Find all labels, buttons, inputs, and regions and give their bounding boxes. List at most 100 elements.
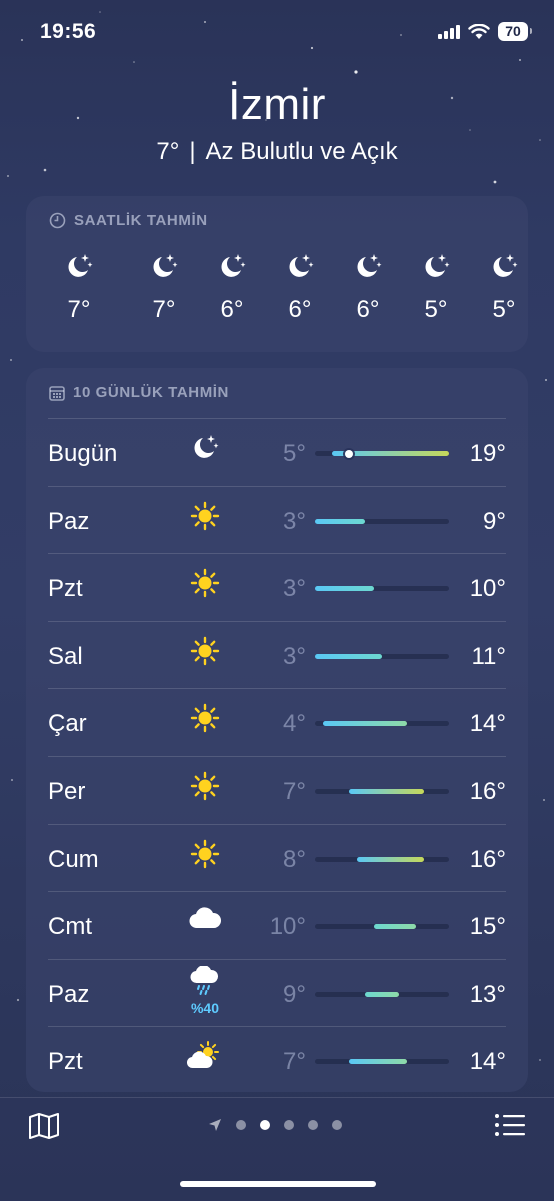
- daily-row[interactable]: Paz 3° 9°: [48, 485, 506, 554]
- low-temp: 4°: [283, 710, 306, 738]
- hourly-item: 6°: [202, 252, 262, 324]
- hourly-temp: 6°: [288, 296, 312, 323]
- high-temp: 9°: [483, 507, 506, 535]
- status-icons: 70: [438, 22, 532, 41]
- low-temp: 7°: [283, 1048, 306, 1076]
- day-name: Per: [48, 778, 86, 805]
- daily-row[interactable]: Cum 8° 16°: [48, 823, 506, 892]
- hourly-forecast-title: SAATLİK TAHMİN: [74, 212, 208, 229]
- daily-forecast-title: 10 GÜNLÜK TAHMİN: [73, 384, 229, 401]
- moon-stars-icon: [180, 433, 230, 466]
- temp-range-fill: [315, 586, 374, 592]
- temp-range-bar: [315, 518, 449, 524]
- high-temp: 14°: [469, 710, 506, 738]
- day-name: Paz: [48, 980, 90, 1008]
- day-name: Çar: [48, 710, 87, 738]
- map-button[interactable]: [28, 1112, 60, 1145]
- daily-row[interactable]: Sal 3° 11°: [48, 620, 506, 689]
- day-name: Cmt: [48, 913, 92, 941]
- daily-row[interactable]: Pzt 3° 10°: [48, 553, 506, 621]
- sun-icon: [180, 839, 230, 874]
- hourly-item: 5°: [474, 252, 528, 324]
- daily-row[interactable]: Pzt 7° 14°: [48, 1026, 506, 1092]
- moon-stars-icon: [270, 252, 330, 282]
- page-dot[interactable]: [236, 1120, 246, 1130]
- temp-range-bar: [315, 721, 449, 727]
- current-temp-marker: [344, 449, 353, 458]
- high-temp: 13°: [469, 980, 506, 1008]
- high-temp: 15°: [469, 913, 506, 941]
- temp-range-bar: [315, 856, 449, 862]
- daily-row[interactable]: Cmt 10° 15°: [48, 891, 506, 959]
- temp-range-fill: [373, 924, 416, 930]
- daily-row[interactable]: Per 7° 16°: [48, 756, 506, 824]
- hourly-item: 5°: [406, 252, 466, 324]
- hourly-forecast-card[interactable]: SAATLİK TAHMİN 7° 7° 6° 6° 6° 5° 5°: [26, 196, 528, 352]
- hourly-temp: 6°: [220, 296, 244, 323]
- current-condition: Az Bulutlu ve Açık: [205, 138, 398, 165]
- low-temp: 3°: [283, 642, 306, 670]
- daily-row[interactable]: Çar 4° 14°: [48, 688, 506, 756]
- low-temp: 3°: [283, 575, 306, 603]
- sun-icon: [180, 501, 230, 536]
- wifi-icon: [468, 23, 490, 39]
- daily-row[interactable]: Paz %40 9° 13°: [48, 958, 506, 1027]
- daily-forecast-card[interactable]: 10 GÜNLÜK TAHMİN Bugün 5° 19° Paz 3° 9° Pzt 3° 1…: [26, 368, 528, 1092]
- high-temp: 16°: [469, 845, 506, 873]
- home-indicator[interactable]: [180, 1181, 376, 1187]
- moon-stars-icon: [202, 252, 262, 282]
- temp-range-bar: [315, 789, 449, 794]
- precipitation-chance: %40: [190, 999, 220, 1016]
- low-temp: 9°: [283, 980, 306, 1008]
- status-time: 19:56: [40, 20, 97, 43]
- temp-range-fill: [348, 789, 424, 794]
- page-dot-active[interactable]: [260, 1120, 270, 1130]
- list-icon: [495, 1114, 525, 1136]
- cloud-icon: [180, 906, 230, 935]
- temp-range-bar: [315, 449, 449, 458]
- sun-icon: [180, 636, 230, 671]
- low-temp: 3°: [283, 507, 306, 535]
- hourly-temp: 5°: [492, 296, 516, 323]
- moon-stars-icon: [338, 252, 398, 282]
- moon-stars-icon: [474, 252, 528, 282]
- low-temp: 7°: [283, 778, 306, 805]
- hourly-item: 7°: [134, 252, 194, 324]
- day-name: Pzt: [48, 575, 83, 603]
- page-indicator[interactable]: [208, 1118, 342, 1132]
- hourly-temp: 6°: [356, 296, 380, 323]
- hourly-temp: 7°: [152, 296, 176, 323]
- temp-range-bar: [315, 1059, 449, 1065]
- sun-icon: [180, 771, 230, 806]
- page-dot[interactable]: [284, 1120, 294, 1130]
- day-name: Bugün: [48, 440, 118, 467]
- partly-cloudy-icon: [180, 1041, 230, 1076]
- city-name: İzmir: [228, 80, 326, 129]
- temp-range-bar: [315, 924, 449, 930]
- cellular-signal-icon: [438, 24, 460, 39]
- temp-range-fill: [315, 653, 382, 659]
- hourly-item: 6°: [270, 252, 330, 324]
- battery-indicator: 70: [498, 22, 532, 41]
- moon-stars-icon: [134, 252, 194, 282]
- page-dot[interactable]: [308, 1120, 318, 1130]
- hourly-item: 6°: [338, 252, 398, 324]
- hourly-temp: 5°: [424, 296, 448, 323]
- city-list-button[interactable]: [494, 1112, 526, 1143]
- daily-row[interactable]: Bugün 5° 19°: [48, 418, 506, 486]
- temp-range-bar: [315, 586, 449, 592]
- page-dot[interactable]: [332, 1120, 342, 1130]
- map-icon: [29, 1113, 59, 1139]
- temp-range-fill: [323, 721, 408, 727]
- temp-range-fill: [356, 856, 424, 862]
- moon-stars-icon: [49, 252, 109, 282]
- day-name: Sal: [48, 642, 83, 670]
- temp-range-bar: [315, 653, 449, 659]
- day-name: Pzt: [48, 1048, 83, 1076]
- high-temp: 16°: [469, 778, 506, 805]
- hourly-forecast-header: SAATLİK TAHMİN: [49, 212, 208, 229]
- sun-icon: [180, 703, 230, 738]
- day-name: Cum: [48, 845, 99, 873]
- high-temp: 19°: [469, 440, 506, 467]
- low-temp: 8°: [283, 845, 306, 873]
